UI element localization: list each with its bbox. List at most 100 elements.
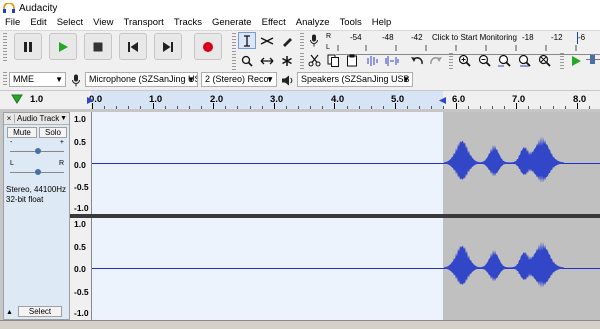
play-at-speed-button[interactable] (567, 52, 585, 69)
timeline-minor-tick (188, 106, 190, 109)
envelope-tool-button[interactable] (258, 32, 276, 49)
timeline-minor-tick (431, 106, 433, 109)
gain-slider-thumb[interactable] (35, 148, 41, 154)
timeline-minor-tick (261, 106, 263, 109)
trim-icon (367, 55, 378, 66)
track-control-panel[interactable]: × Audio Track ▼ Mute Solo - + L R Stereo… (3, 112, 70, 320)
playback-device-value: Speakers (SZSanJing USB H (301, 74, 413, 84)
timeline-minor-tick (370, 106, 372, 109)
play-button[interactable] (49, 33, 77, 60)
menu-generate[interactable]: Generate (207, 16, 257, 30)
amplitude-label: 0.0 (74, 160, 86, 170)
zoom-toggle-button[interactable] (535, 52, 553, 69)
recording-device-select[interactable]: Microphone (SZSanJing US ▼ (85, 72, 198, 87)
zoom-tool-button[interactable] (238, 52, 256, 69)
menu-analyze[interactable]: Analyze (291, 16, 335, 30)
zoom-in-button[interactable] (455, 52, 473, 69)
skip-to-end-button[interactable] (154, 33, 182, 60)
pause-button[interactable] (14, 33, 42, 60)
timeline-minor-tick (419, 106, 421, 109)
record-meter-button[interactable] (305, 32, 323, 49)
amplitude-ruler-left[interactable]: 1.0 0.5 0.0 -0.5 -1.0 (70, 112, 92, 214)
cut-button[interactable] (305, 52, 323, 69)
timeline-ruler[interactable]: 1.0 0.0 1.0 2.0 3.0 4.0 5.0 6.0 7.0 8.0 (0, 90, 600, 110)
menu-view[interactable]: View (88, 16, 118, 30)
timeline-minor-tick (479, 106, 481, 109)
menu-file[interactable]: File (0, 16, 25, 30)
click-to-start-monitoring[interactable]: Click to Start Monitoring (432, 33, 517, 42)
track-format-label: Stereo, 44100Hz (6, 185, 67, 194)
collapse-track-icon[interactable]: ▲ (6, 309, 13, 316)
amplitude-label: 1.0 (74, 219, 86, 229)
record-icon (203, 41, 213, 52)
menu-transport[interactable]: Transport (119, 16, 169, 30)
selection-end-marker-icon[interactable] (438, 96, 447, 105)
redo-button[interactable] (427, 52, 445, 69)
menu-edit[interactable]: Edit (25, 16, 51, 30)
meter-tick: -12 (551, 33, 563, 42)
selection-tool-button[interactable] (238, 32, 256, 49)
amplitude-label: 0.5 (74, 242, 86, 252)
undo-button[interactable] (408, 52, 426, 69)
record-meter-label: R (326, 33, 332, 40)
pan-slider-thumb[interactable] (35, 169, 41, 175)
silence-audio-button[interactable] (383, 52, 401, 69)
playback-device-select[interactable]: Speakers (SZSanJing USB H ▼ (297, 72, 413, 87)
solo-button[interactable]: Solo (39, 127, 67, 138)
multi-tool-button[interactable] (278, 52, 296, 69)
speaker-icon (282, 75, 293, 86)
transport-toolbar-grip[interactable] (3, 33, 7, 61)
timeline-tick-label: 3.0 (270, 94, 284, 105)
zoom-out-button[interactable] (475, 52, 493, 69)
menu-effect[interactable]: Effect (257, 16, 291, 30)
menu-tracks[interactable]: Tracks (169, 16, 207, 30)
menu-select[interactable]: Select (52, 16, 88, 30)
meter-tick: -48 (382, 33, 394, 42)
skip-to-start-button[interactable] (119, 33, 147, 60)
magnifier-icon (241, 55, 253, 67)
menu-tools[interactable]: Tools (335, 16, 367, 30)
timeline-major-tick (273, 103, 275, 109)
trim-audio-button[interactable] (364, 52, 382, 69)
gain-slider[interactable]: - + (10, 139, 64, 156)
tools-toolbar-grip[interactable] (232, 33, 236, 73)
draw-tool-button[interactable] (278, 32, 296, 49)
menu-help[interactable]: Help (367, 16, 397, 30)
meter-toolbar-grip[interactable] (300, 33, 304, 51)
fit-project-button[interactable] (515, 52, 533, 69)
pause-icon (24, 41, 32, 52)
timeline-minor-tick (564, 106, 566, 109)
pan-slider[interactable]: L R (10, 160, 64, 177)
device-toolbar-grip[interactable] (3, 72, 7, 87)
record-button[interactable] (194, 33, 222, 60)
play-speed-slider-thumb[interactable] (590, 55, 595, 64)
play-icon (572, 55, 581, 66)
selection-start-marker-icon[interactable] (86, 96, 95, 105)
zoom-in-icon (458, 54, 471, 67)
waveform-channel-left[interactable] (92, 112, 600, 214)
waveform-channel-right[interactable] (92, 218, 600, 320)
timeline-tick-label: 1.0 (149, 94, 163, 105)
track-menu-chevron-icon[interactable]: ▼ (60, 115, 69, 122)
paste-button[interactable] (343, 52, 361, 69)
fit-selection-button[interactable] (495, 52, 513, 69)
track-select-button[interactable]: Select (18, 306, 62, 317)
timeline-minor-tick (382, 106, 384, 109)
timeline-major-tick (334, 103, 336, 109)
timeline-minor-tick (285, 106, 287, 109)
track-name-button[interactable]: Audio Track (15, 114, 60, 123)
mute-button[interactable]: Mute (7, 127, 37, 138)
copy-button[interactable] (324, 52, 342, 69)
peak-marker (577, 32, 578, 44)
recording-channels-select[interactable]: 2 (Stereo) Recor ▼ (201, 72, 277, 87)
timeline-minor-tick (116, 106, 118, 109)
undo-icon (411, 56, 423, 64)
audio-host-select[interactable]: MME ▼ (9, 72, 66, 87)
time-shift-tool-button[interactable] (258, 52, 276, 69)
stop-button[interactable] (84, 33, 112, 60)
play-head-icon[interactable] (11, 94, 23, 104)
track-close-button[interactable]: × (4, 114, 15, 123)
amplitude-ruler-right[interactable]: 1.0 0.5 0.0 -0.5 -1.0 (70, 218, 92, 320)
record-meter[interactable]: R -54 -48 -42 Click to Start Monitoring … (322, 32, 600, 45)
timeline-minor-tick (322, 106, 324, 109)
